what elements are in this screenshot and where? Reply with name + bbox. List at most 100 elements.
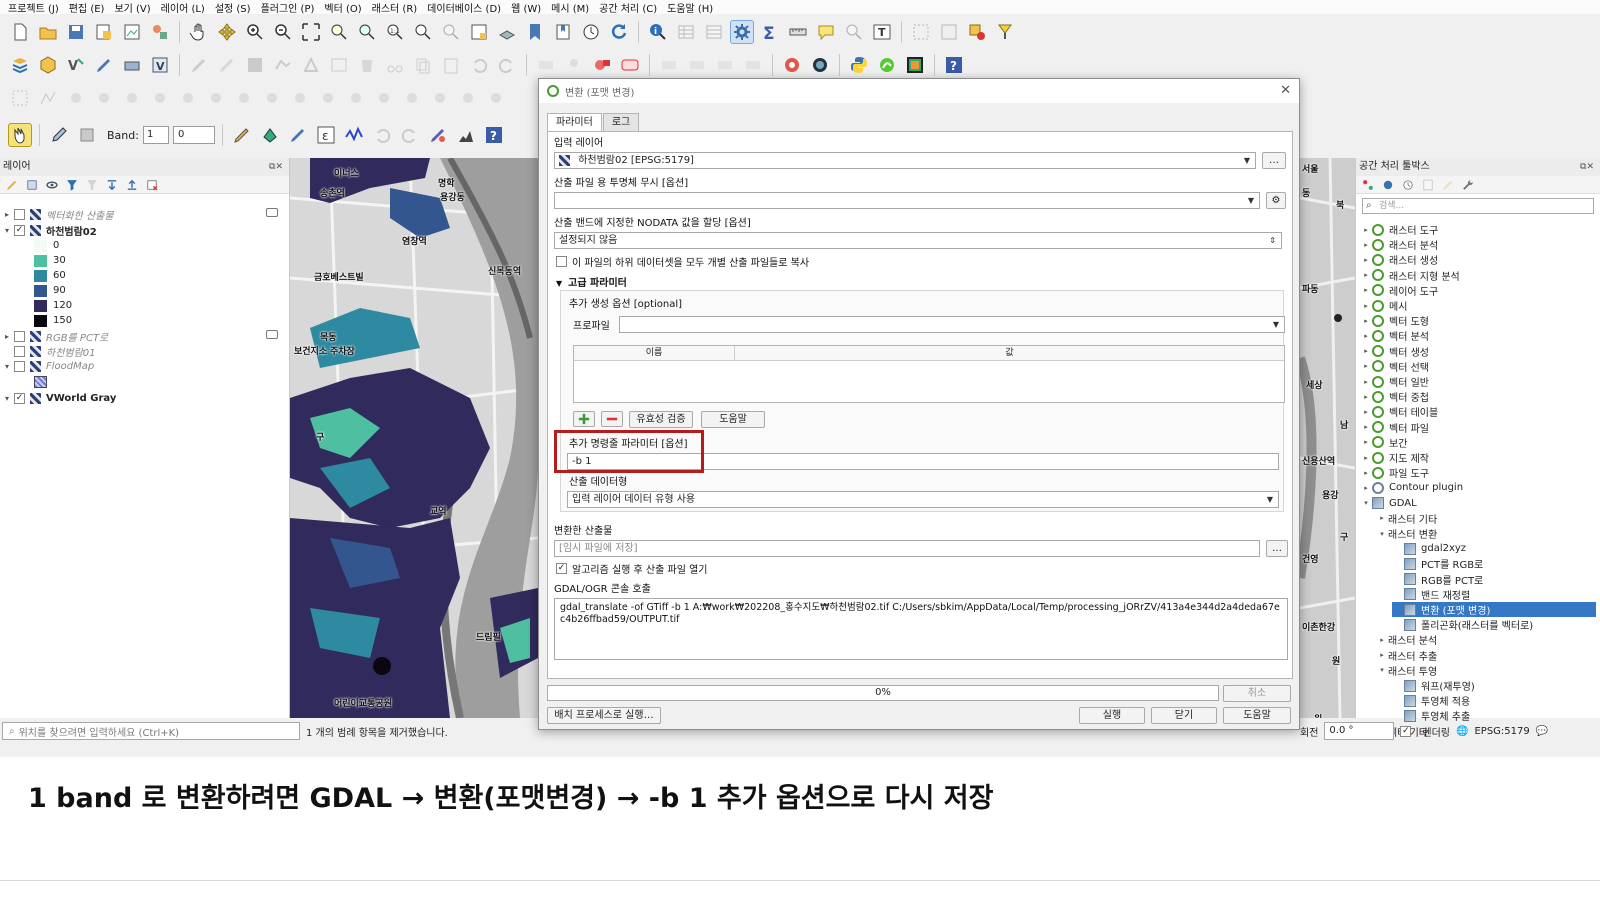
toolbox-tree-item[interactable]: ▸ 보간: [1360, 435, 1596, 450]
advanced-digitize-15-icon[interactable]: [456, 86, 480, 110]
tab-log[interactable]: 로그: [602, 113, 640, 131]
zoom-layer-icon[interactable]: [355, 20, 379, 44]
layer-indicator-icon[interactable]: [266, 208, 278, 217]
show-hide-labels-icon[interactable]: [741, 53, 765, 77]
menu-item[interactable]: 데이터베이스 (D): [423, 0, 507, 15]
new-shapefile-icon[interactable]: V: [64, 53, 88, 77]
cancel-button[interactable]: 취소: [1223, 685, 1291, 702]
diagram-icon[interactable]: [590, 53, 614, 77]
toolbox-tree-item[interactable]: ▸ 벡터 일반: [1360, 374, 1596, 389]
layer-visibility-checkbox[interactable]: [14, 209, 25, 220]
layer-visibility-checkbox[interactable]: [14, 361, 25, 372]
add-vector-icon[interactable]: V: [148, 53, 172, 77]
layer-row[interactable]: 하천범람01: [0, 344, 288, 359]
toolbox-tree-item[interactable]: gdal2xyz: [1392, 541, 1596, 556]
new-geopackage-icon[interactable]: [36, 53, 60, 77]
expand-arrow-icon[interactable]: ▾: [0, 362, 14, 371]
data-source-manager-icon[interactable]: [8, 53, 32, 77]
show-bookmarks-icon[interactable]: [551, 20, 575, 44]
collapse-arrow-icon[interactable]: ▸: [1360, 347, 1372, 355]
vertex-tool-icon[interactable]: [299, 53, 323, 77]
collapse-arrow-icon[interactable]: ▸: [1360, 469, 1372, 477]
add-feature-icon[interactable]: [271, 53, 295, 77]
hand-mode-icon[interactable]: [8, 123, 32, 147]
menu-item[interactable]: 웹 (W): [507, 0, 547, 15]
output-browse-button[interactable]: …: [1266, 540, 1288, 557]
select-location-icon[interactable]: [993, 20, 1017, 44]
toggle-editing-icon[interactable]: [215, 53, 239, 77]
toolbox-tree-item[interactable]: RGB를 PCT로: [1392, 572, 1596, 587]
map-canvas-right[interactable]: 서울동파동세상신용산역건영이촌한강원원북남구용강: [1300, 158, 1355, 718]
save-icon[interactable]: [64, 20, 88, 44]
band-value-input[interactable]: 0: [172, 126, 215, 144]
select-by-value-icon[interactable]: [937, 20, 961, 44]
add-group-icon[interactable]: [24, 177, 40, 193]
statistics-sigma-icon[interactable]: Σ: [758, 20, 782, 44]
tab-parameters[interactable]: 파라미터: [547, 113, 602, 131]
mask-combo[interactable]: ▼: [554, 192, 1260, 209]
map-tips-icon[interactable]: [814, 20, 838, 44]
field-calculator-icon[interactable]: [702, 20, 726, 44]
layer-row[interactable]: ▾ ✓ VWorld Gray: [0, 391, 288, 406]
run-button[interactable]: 실행: [1079, 707, 1145, 724]
advanced-digitize-8-icon[interactable]: [260, 86, 284, 110]
move-label-icon[interactable]: [657, 53, 681, 77]
locator-search-input[interactable]: ⌕ 위치를 찾으려면 입력하세요 (Ctrl+K): [2, 722, 300, 740]
render-checkbox[interactable]: ✓: [1400, 725, 1412, 737]
zoom-last-icon[interactable]: [411, 20, 435, 44]
plugin-map-icon[interactable]: [875, 53, 899, 77]
advanced-digitize-3-icon[interactable]: [120, 86, 144, 110]
toolbox-tree-item[interactable]: ▾ GDAL: [1360, 496, 1596, 511]
zoom-next-icon[interactable]: [439, 20, 463, 44]
converted-output-input[interactable]: [임시 파일에 저장]: [554, 540, 1260, 557]
rectangle-select-icon[interactable]: [8, 86, 32, 110]
zoom-full-icon[interactable]: [299, 20, 323, 44]
toolbox-tree-item[interactable]: 변환 (포맷 변경): [1392, 602, 1596, 617]
expand-arrow-icon[interactable]: ▾: [0, 226, 14, 235]
python-console-icon[interactable]: [847, 53, 871, 77]
input-layer-browse-button[interactable]: …: [1262, 152, 1286, 169]
toolbox-tree-item[interactable]: ▸ 파일 도구: [1360, 465, 1596, 480]
advanced-digitize-14-icon[interactable]: [428, 86, 452, 110]
expand-arrow-icon[interactable]: ▾: [1376, 666, 1388, 674]
raster-redo-icon[interactable]: [398, 123, 422, 147]
zoom-selection-icon[interactable]: [327, 20, 351, 44]
advanced-digitize-12-icon[interactable]: [372, 86, 396, 110]
advanced-digitize-13-icon[interactable]: [400, 86, 424, 110]
raster-fill-icon[interactable]: [258, 123, 282, 147]
select-by-area-icon[interactable]: [909, 20, 933, 44]
rotation-input[interactable]: 0.0 °: [1324, 722, 1395, 740]
projection-select-icon[interactable]: ⚙: [1266, 192, 1286, 209]
collapse-arrow-icon[interactable]: ▸: [1360, 378, 1372, 386]
toolbox-tree-item[interactable]: ▸ 래스터 기타: [1376, 511, 1596, 526]
toolbox-tree-item[interactable]: ▸ 래스터 분석: [1376, 632, 1596, 648]
edit-pencil-icon[interactable]: [187, 53, 211, 77]
layer-visibility-checkbox[interactable]: [14, 331, 25, 342]
new-3d-view-icon[interactable]: [495, 20, 519, 44]
eyedropper-icon[interactable]: [47, 123, 71, 147]
options-help-button[interactable]: 도움말: [701, 411, 765, 428]
deselect-icon[interactable]: [965, 20, 989, 44]
collapse-arrow-icon[interactable]: ▸: [1360, 423, 1372, 431]
remove-row-icon[interactable]: [601, 411, 623, 427]
toolbox-tree-item[interactable]: ▸ 벡터 중첩: [1360, 389, 1596, 404]
scripts-python-icon[interactable]: [1380, 177, 1396, 193]
remove-layer-icon[interactable]: [144, 177, 160, 193]
polyline-icon[interactable]: [36, 86, 60, 110]
manage-themes-icon[interactable]: [44, 177, 60, 193]
toolbox-tree-item[interactable]: 워프(재투영): [1392, 678, 1596, 693]
zoom-in-icon[interactable]: [243, 20, 267, 44]
toolbox-tree-item[interactable]: 폴리곤화(래스터를 벡터로): [1392, 617, 1596, 632]
undo-icon[interactable]: [467, 53, 491, 77]
creation-options-table[interactable]: 이름 값: [573, 345, 1285, 403]
options-wrench-icon[interactable]: [1460, 177, 1476, 193]
toolbox-tree-item[interactable]: ▸ 벡터 선택: [1360, 359, 1596, 374]
measure-icon[interactable]: [786, 20, 810, 44]
color-swatch-icon[interactable]: [75, 123, 99, 147]
advanced-digitize-11-icon[interactable]: [344, 86, 368, 110]
history-clock-icon[interactable]: [1400, 177, 1416, 193]
toolbox-tree-item[interactable]: ▸ 메시: [1360, 298, 1596, 313]
collapse-arrow-icon[interactable]: ▸: [1360, 241, 1372, 249]
pan-to-selection-icon[interactable]: [215, 20, 239, 44]
toolbox-tree-item[interactable]: PCT를 RGB로: [1392, 556, 1596, 571]
